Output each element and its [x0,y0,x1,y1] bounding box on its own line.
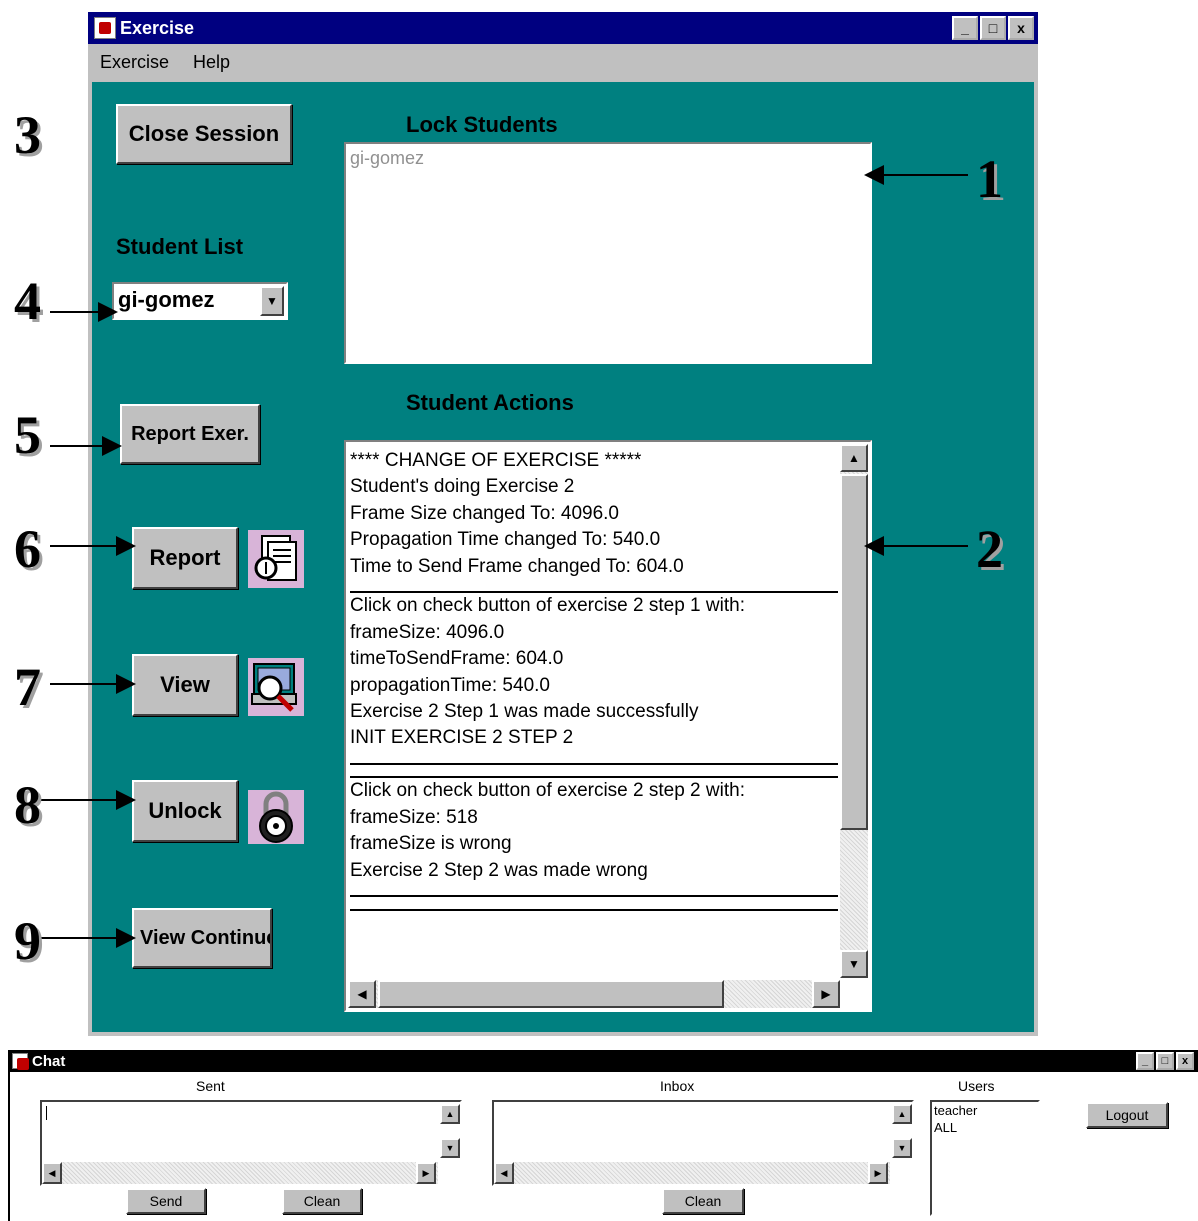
sent-horizontal-scrollbar[interactable]: ◀ ▶ [42,1162,438,1184]
inbox-label: Inbox [660,1078,695,1094]
send-button[interactable]: Send [126,1188,206,1214]
inbox-scroll-left-icon[interactable]: ◀ [494,1162,514,1184]
sent-scroll-down-icon[interactable]: ▼ [440,1138,460,1158]
sent-label: Sent [196,1078,225,1094]
callout-number-5: 5 [14,405,41,465]
user-item-all[interactable]: ALL [934,1119,1038,1136]
callout-number-6: 6 [14,519,41,579]
callout-number-2: 2 [976,519,1003,579]
inbox-textarea[interactable]: ▲ ▼ ◀ ▶ [492,1100,914,1186]
users-list[interactable]: teacher ALL [930,1100,1040,1216]
callout-number-8: 8 [14,775,41,835]
sent-scroll-up-icon[interactable]: ▲ [440,1104,460,1124]
sent-scroll-left-icon[interactable]: ◀ [42,1162,62,1184]
chat-maximize-button[interactable]: □ [1156,1052,1174,1070]
callout-number-3: 3 [14,105,41,165]
inbox-scroll-up-icon[interactable]: ▲ [892,1104,912,1124]
inbox-horizontal-scrollbar[interactable]: ◀ ▶ [494,1162,890,1184]
text-cursor [46,1106,47,1120]
chat-app-icon [12,1053,29,1070]
callout-number-9: 9 [14,911,41,971]
callout-arrows [40,165,968,948]
chat-close-button[interactable]: x [1176,1052,1194,1070]
inbox-scroll-down-icon[interactable]: ▼ [892,1138,912,1158]
sent-scroll-right-icon[interactable]: ▶ [416,1162,436,1184]
callout-number-4: 4 [14,271,41,331]
user-item-teacher[interactable]: teacher [934,1102,1038,1119]
clean-sent-button[interactable]: Clean [282,1188,362,1214]
sent-textarea[interactable]: ▲ ▼ ◀ ▶ [40,1100,462,1186]
clean-inbox-button[interactable]: Clean [662,1188,744,1214]
logout-button[interactable]: Logout [1086,1102,1168,1128]
inbox-scroll-right-icon[interactable]: ▶ [868,1162,888,1184]
users-label: Users [958,1078,995,1094]
chat-window-title: Chat [32,1052,66,1070]
chat-minimize-button[interactable]: _ [1136,1052,1154,1070]
callout-number-7: 7 [14,657,41,717]
chat-title-bar[interactable]: Chat _ □ x [8,1050,1198,1072]
callout-number-1: 1 [976,149,1003,209]
